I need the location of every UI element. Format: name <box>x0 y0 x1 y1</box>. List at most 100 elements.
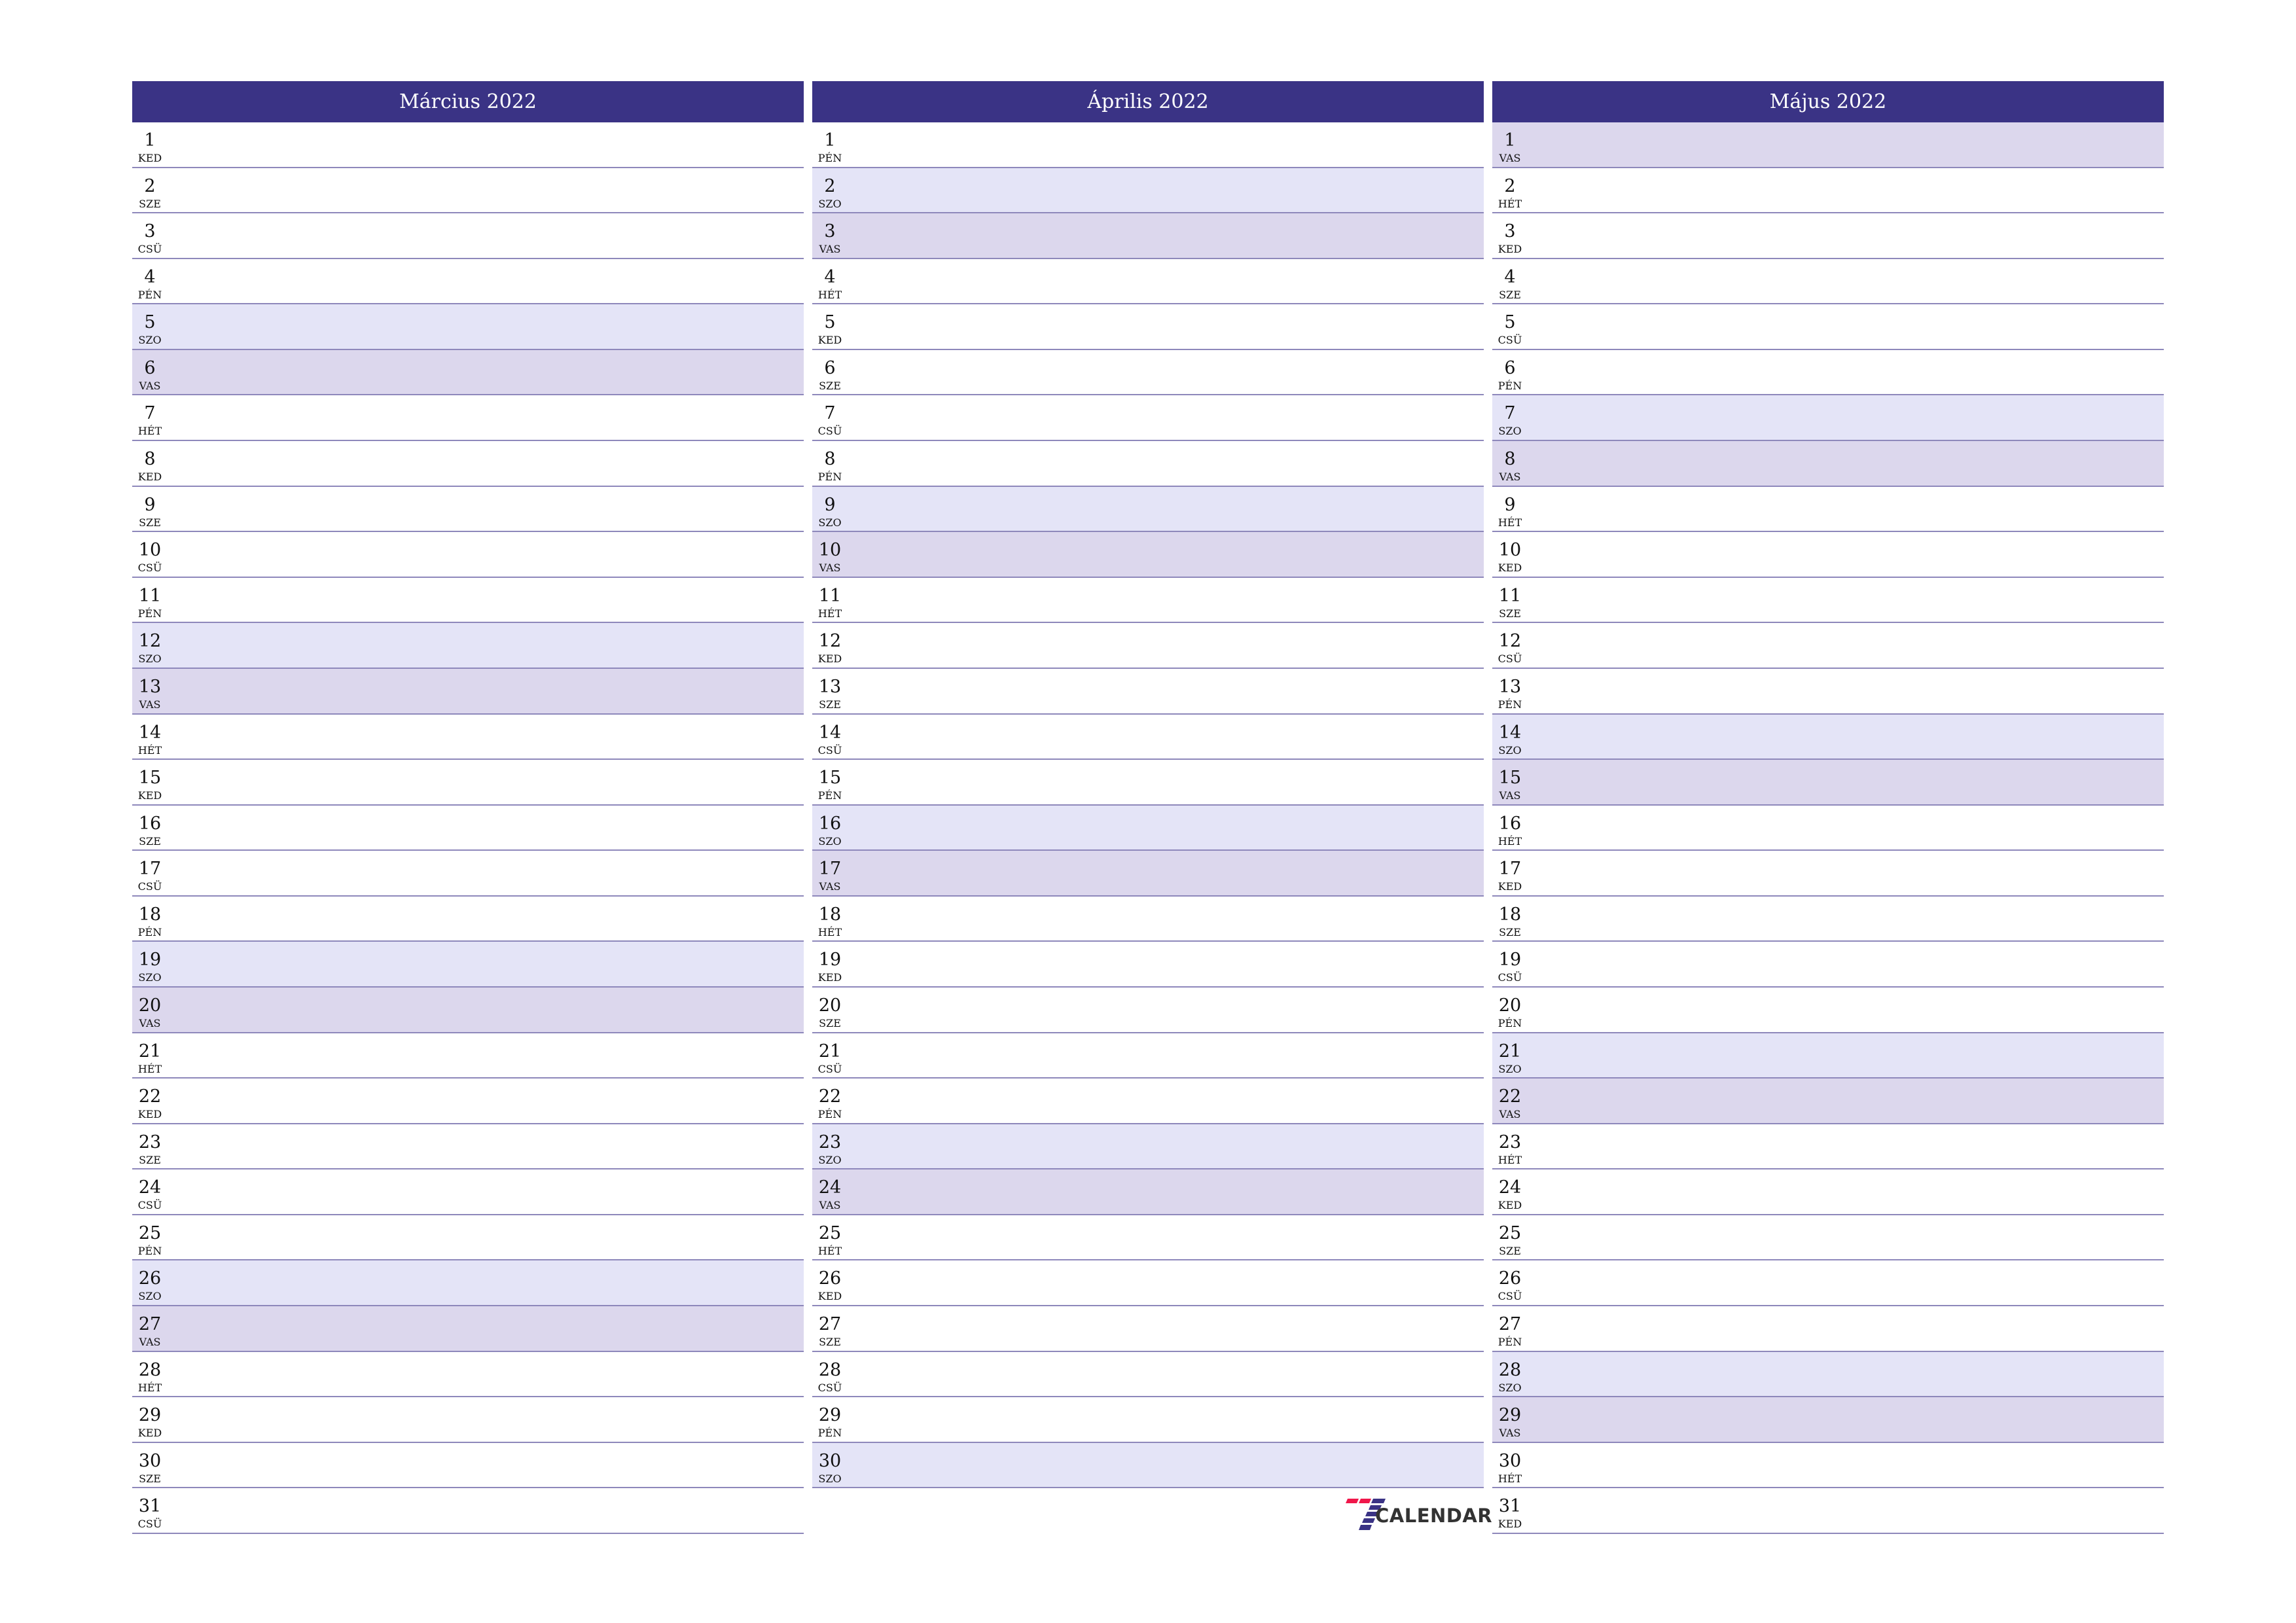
day-number: 12 <box>818 631 842 652</box>
day-label: 14 CSÜ <box>816 715 844 757</box>
day-number: 27 <box>138 1314 162 1335</box>
weekday-abbr: SZO <box>138 652 162 666</box>
day-number: 21 <box>818 1041 842 1061</box>
weekday-abbr: VAS <box>819 243 841 256</box>
weekday-abbr: KED <box>817 334 842 347</box>
weekday-abbr: CSÜ <box>817 1381 842 1394</box>
day-row: 31 KED <box>1492 1488 2164 1534</box>
weekday-abbr: VAS <box>1499 152 1521 164</box>
weekday-abbr: SZO <box>1498 1381 1522 1394</box>
day-row: 20 PÉN <box>1492 987 2164 1033</box>
weekday-abbr: PÉN <box>817 1427 842 1440</box>
day-number: 7 <box>824 403 836 424</box>
day-number: 9 <box>144 494 156 515</box>
day-label: 22 KED <box>135 1079 164 1120</box>
weekday-abbr: SZO <box>1498 743 1522 757</box>
weekday-abbr: VAS <box>1499 471 1521 484</box>
day-row: 30 SZO <box>812 1442 1484 1489</box>
weekday-abbr: KED <box>1498 243 1522 256</box>
month-april: Április 2022 1 PÉN 2 SZO 3 VAS 4 HÉT 5 KED 6 SZE 7 CS… <box>812 81 1484 1489</box>
day-row: 24 CSÜ <box>132 1169 804 1215</box>
day-row: 9 SZO <box>812 486 1484 533</box>
day-label: 17 KED <box>1496 851 1524 893</box>
day-number: 14 <box>1498 722 1522 743</box>
day-label: 3 VAS <box>816 213 844 255</box>
weekday-abbr: KED <box>817 971 842 984</box>
day-list: 1 PÉN 2 SZO 3 VAS 4 HÉT 5 KED 6 SZE 7 CSÜ 8 PÉN 9 SZO 10 VA… <box>812 122 1484 1489</box>
day-row: 28 SZO <box>1492 1351 2164 1398</box>
day-number: 17 <box>1498 859 1522 880</box>
day-number: 1 <box>144 130 156 151</box>
day-row: 5 SZO <box>132 304 804 350</box>
day-number: 9 <box>824 494 836 515</box>
day-number: 22 <box>138 1086 162 1107</box>
day-row: 10 VAS <box>812 532 1484 578</box>
day-row: 19 CSÜ <box>1492 942 2164 988</box>
day-number: 8 <box>824 449 836 470</box>
day-label: 30 HÉT <box>1496 1443 1524 1485</box>
day-label: 19 CSÜ <box>1496 942 1524 984</box>
day-label: 13 SZE <box>816 669 844 711</box>
day-row: 30 SZE <box>132 1442 804 1489</box>
weekday-abbr: PÉN <box>1498 1336 1522 1349</box>
day-number: 2 <box>144 175 156 196</box>
day-label: 1 KED <box>135 122 164 164</box>
day-row: 8 PÉN <box>812 441 1484 487</box>
weekday-abbr: CSÜ <box>817 1062 842 1075</box>
day-label: 9 HÉT <box>1496 487 1524 529</box>
weekday-abbr: SZO <box>1498 425 1522 438</box>
weekday-abbr: HÉT <box>817 607 842 620</box>
day-number: 25 <box>1498 1222 1522 1243</box>
day-row: 18 PÉN <box>132 896 804 942</box>
day-row: 18 SZE <box>1492 896 2164 942</box>
day-row: 26 SZO <box>132 1260 804 1307</box>
day-number: 10 <box>1498 540 1522 561</box>
weekday-abbr: HÉT <box>1498 834 1522 847</box>
day-row: 29 KED <box>132 1397 804 1443</box>
day-row: 29 VAS <box>1492 1397 2164 1443</box>
weekday-abbr: VAS <box>819 562 841 575</box>
weekday-abbr: HÉT <box>817 1244 842 1257</box>
day-row: 5 KED <box>812 304 1484 350</box>
weekday-abbr: VAS <box>819 1199 841 1212</box>
day-number: 30 <box>138 1450 162 1471</box>
day-number: 15 <box>138 768 162 789</box>
day-number: 29 <box>818 1405 842 1426</box>
day-label: 17 VAS <box>816 851 844 893</box>
day-row: 21 SZO <box>1492 1033 2164 1079</box>
day-label: 6 VAS <box>135 350 164 392</box>
day-label: 26 SZO <box>135 1260 164 1302</box>
day-label: 11 PÉN <box>135 578 164 620</box>
day-number: 15 <box>1498 768 1522 789</box>
day-row: 4 PÉN <box>132 259 804 305</box>
day-row: 20 SZE <box>812 987 1484 1033</box>
weekday-abbr: HÉT <box>1498 1472 1522 1485</box>
day-number: 3 <box>824 221 836 242</box>
day-label: 22 PÉN <box>816 1079 844 1120</box>
day-row: 22 VAS <box>1492 1079 2164 1124</box>
day-number: 3 <box>1504 221 1516 242</box>
day-number: 30 <box>818 1450 842 1471</box>
day-number: 2 <box>824 175 836 196</box>
weekday-abbr: HÉT <box>137 743 162 757</box>
day-row: 8 KED <box>132 441 804 487</box>
day-number: 26 <box>138 1268 162 1289</box>
day-row: 14 HÉT <box>132 714 804 760</box>
day-row: 7 SZO <box>1492 395 2164 442</box>
day-label: 28 CSÜ <box>816 1352 844 1394</box>
brand-logo: CALENDAR <box>1345 1499 1492 1533</box>
day-row: 2 SZE <box>132 168 804 214</box>
day-label: 16 SZE <box>135 806 164 847</box>
logo-text: CALENDAR <box>1375 1505 1493 1527</box>
day-row: 1 PÉN <box>812 122 1484 168</box>
weekday-abbr: CSÜ <box>137 880 162 893</box>
weekday-abbr: HÉT <box>817 925 842 938</box>
day-label: 25 PÉN <box>135 1215 164 1257</box>
day-label: 27 SZE <box>816 1306 844 1348</box>
weekday-abbr: PÉN <box>817 152 842 164</box>
day-number: 28 <box>818 1359 842 1380</box>
day-row: 25 HÉT <box>812 1215 1484 1261</box>
month-may: Május 2022 1 VAS 2 HÉT 3 KED 4 SZE 5 CSÜ 6 PÉN 7 SZO 8… <box>1492 81 2164 1534</box>
day-number: 1 <box>824 130 836 151</box>
weekday-abbr: SZO <box>818 197 842 210</box>
